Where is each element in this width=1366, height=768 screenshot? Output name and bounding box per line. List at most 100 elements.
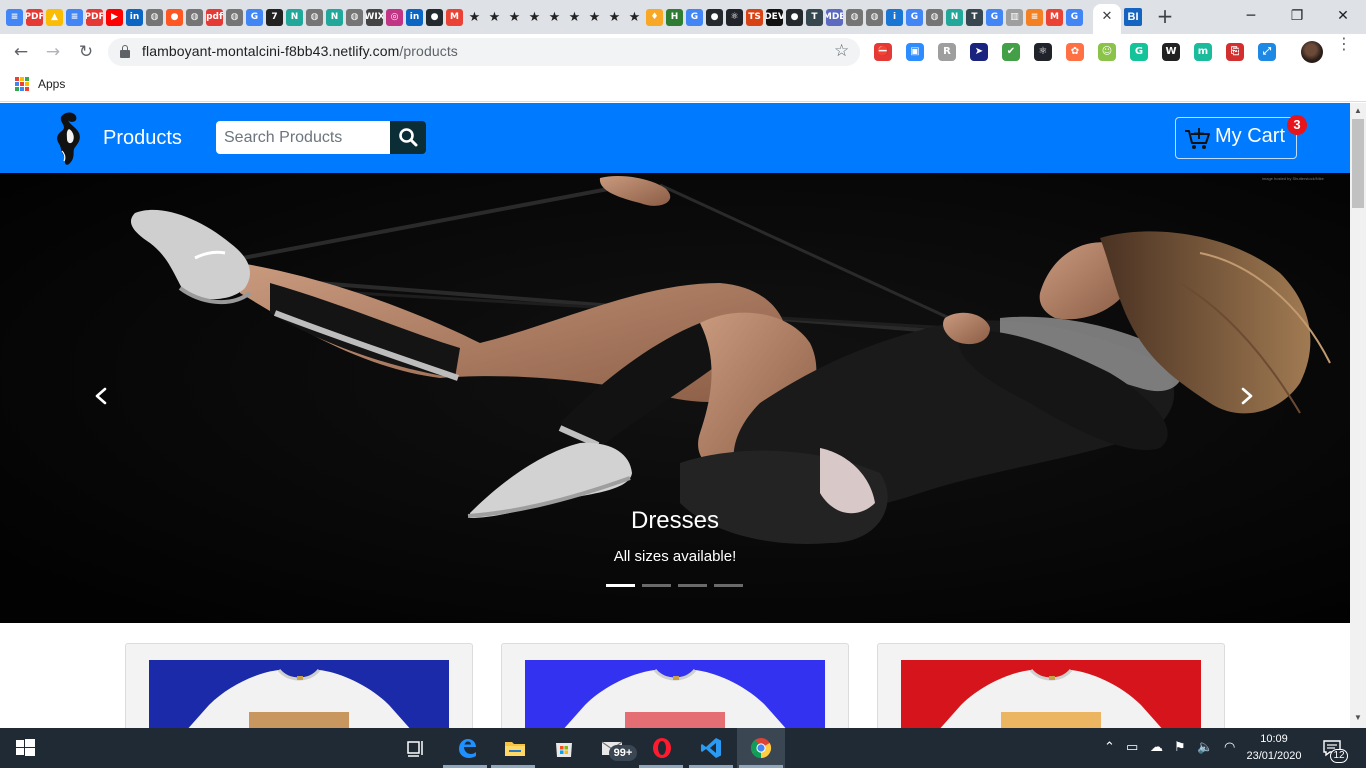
pinned-tab-TS-icon[interactable]: TS (746, 8, 763, 26)
security-icon[interactable]: ⚑ (1174, 740, 1186, 755)
extension-cursor-icon[interactable]: ➤ (970, 43, 988, 61)
pinned-tab-star-icon[interactable]: ★ (526, 9, 543, 26)
search-button[interactable] (390, 121, 426, 154)
product-image[interactable] (525, 660, 825, 728)
pinned-tab-pdf-icon[interactable]: pdf (206, 8, 223, 26)
url-text[interactable]: flamboyant-montalcini-f8bb43.netlify.com… (142, 43, 458, 59)
product-image[interactable] (149, 660, 449, 728)
opera-icon[interactable] (650, 736, 674, 760)
pinned-tab-N-icon[interactable]: N (286, 8, 303, 26)
restore-button[interactable]: ❐ (1274, 4, 1320, 28)
reload-button[interactable]: ↻ (74, 40, 98, 64)
extension-shield-icon[interactable]: ✔ (1002, 43, 1020, 61)
pinned-tab-github-icon[interactable]: ● (786, 8, 803, 26)
pinned-tab-web-icon[interactable]: ◍ (306, 8, 323, 26)
pinned-tab-github-icon[interactable]: ● (426, 8, 443, 26)
pinned-tab-drive-icon[interactable]: ▲ (46, 8, 63, 26)
pinned-tab-T-icon[interactable]: T (806, 8, 823, 26)
minimize-button[interactable]: ─ (1228, 4, 1274, 28)
lock-icon[interactable] (120, 45, 130, 58)
pinned-tab-web-icon[interactable]: ◍ (226, 8, 243, 26)
carousel-indicator[interactable] (678, 584, 707, 587)
pinned-tab-in-icon[interactable]: in (406, 8, 423, 26)
scroll-up-icon[interactable]: ▲ (1353, 106, 1363, 115)
pinned-tab-web-icon[interactable]: ◍ (846, 8, 863, 26)
extension-zoom-icon[interactable]: ▣ (906, 43, 924, 61)
pinned-tab-G-icon[interactable]: G (1066, 8, 1083, 26)
file-explorer-icon[interactable] (503, 736, 527, 760)
pinned-tab-orange-icon[interactable]: ● (166, 8, 183, 26)
apps-grid-icon[interactable] (15, 77, 29, 91)
pinned-tab-docs-icon[interactable]: ≡ (66, 8, 83, 26)
pinned-tab-star-icon[interactable]: ★ (586, 9, 603, 26)
product-card[interactable] (501, 643, 849, 728)
microsoft-store-icon[interactable] (552, 736, 576, 760)
pinned-tab-star-icon[interactable]: ★ (486, 9, 503, 26)
search-input[interactable] (216, 121, 390, 154)
carousel-indicator[interactable] (642, 584, 671, 587)
clock-time[interactable]: 10:09 (1244, 733, 1304, 745)
battery-icon[interactable]: ▭ (1126, 740, 1138, 755)
pinned-tab-N-icon[interactable]: N (326, 8, 343, 26)
brand-logo-icon[interactable] (52, 111, 86, 167)
browser-menu-icon[interactable]: ⋮ (1336, 36, 1352, 52)
extension-graph-icon[interactable]: ✿ (1066, 43, 1084, 61)
onedrive-icon[interactable]: ☁ (1150, 740, 1163, 755)
bi-tab-icon[interactable]: BI (1124, 8, 1142, 26)
pinned-tab-web-icon[interactable]: ◍ (186, 8, 203, 26)
scroll-down-icon[interactable]: ▼ (1353, 713, 1363, 722)
carousel-next-icon[interactable] (1232, 381, 1262, 411)
windows-start-icon[interactable] (13, 736, 37, 760)
pinned-tab-G-icon[interactable]: G (246, 8, 263, 26)
pinned-tab-youtube-icon[interactable]: ▶ (106, 8, 123, 26)
pinned-tab-PDF-icon[interactable]: PDF (26, 8, 43, 26)
pinned-tab-react-icon[interactable]: ⚛ (726, 8, 743, 26)
back-button[interactable]: ← (9, 40, 33, 64)
extension-react-icon[interactable]: ⚛ (1034, 43, 1052, 61)
pinned-tab-web-icon[interactable]: ◍ (926, 8, 943, 26)
carousel-indicator[interactable] (606, 584, 635, 587)
extension-acrobat-icon[interactable]: ⎘ (1226, 43, 1244, 61)
pinned-tab-G-icon[interactable]: G (986, 8, 1003, 26)
pinned-tab-star-icon[interactable]: ★ (506, 9, 523, 26)
extension-grammarly-icon[interactable]: G (1130, 43, 1148, 61)
pinned-tab-chart-icon[interactable]: ▥ (1006, 8, 1023, 26)
carousel-prev-icon[interactable] (86, 381, 116, 411)
pinned-tabs[interactable]: ≡ PDF ▲ ≡ PDF ▶ in ◍ ● ◍ pdf ◍ G 7 N ◍ N ◍ WIX ◎ in ● M ★ ★ ★ ★ ★ ★ ★… (6, 7, 1086, 27)
pinned-tab-G-icon[interactable]: G (906, 8, 923, 26)
product-card[interactable] (125, 643, 473, 728)
pinned-tab-G-icon[interactable]: G (686, 8, 703, 26)
tray-overflow-icon[interactable]: ⌃ (1104, 740, 1115, 755)
pinned-tab-star-icon[interactable]: ★ (466, 9, 483, 26)
pinned-tab-7-icon[interactable]: 7 (266, 8, 283, 26)
extension-adblock-icon[interactable]: ⛔ (874, 43, 892, 61)
apps-bookmark[interactable]: Apps (38, 77, 65, 91)
wifi-icon[interactable]: ◠ (1224, 740, 1235, 755)
profile-avatar[interactable] (1301, 41, 1323, 63)
close-tab-icon[interactable]: ✕ (1098, 8, 1116, 26)
task-view-icon[interactable] (404, 736, 428, 760)
pinned-tab-insta-icon[interactable]: ◎ (386, 8, 403, 26)
chrome-icon[interactable] (749, 736, 773, 760)
pinned-tab-M-icon[interactable]: M (1046, 8, 1063, 26)
new-tab-button[interactable]: + (1154, 5, 1176, 27)
pinned-tab-M-icon[interactable]: M (446, 8, 463, 26)
pinned-tab-github-icon[interactable]: ● (706, 8, 723, 26)
extension-wordpress-icon[interactable]: W (1162, 43, 1180, 61)
carousel-indicator[interactable] (714, 584, 743, 587)
pinned-tab-N-icon[interactable]: N (946, 8, 963, 26)
pinned-tab-stack-icon[interactable]: ≡ (1026, 8, 1043, 26)
vscode-icon[interactable] (699, 736, 723, 760)
pinned-tab-T-icon[interactable]: T (966, 8, 983, 26)
navbar-brand[interactable]: Products (103, 127, 182, 150)
extension-m-icon[interactable]: m (1194, 43, 1212, 61)
edge-browser-icon[interactable] (455, 736, 479, 760)
pinned-tab-leaf-icon[interactable]: ♦ (646, 8, 663, 26)
product-image[interactable] (901, 660, 1201, 728)
clock-date[interactable]: 23/01/2020 (1244, 750, 1304, 762)
pinned-tab-web-icon[interactable]: ◍ (866, 8, 883, 26)
extension-text-icon[interactable]: R (938, 43, 956, 61)
pinned-tab-docs-icon[interactable]: ≡ (6, 8, 23, 26)
product-card[interactable] (877, 643, 1225, 728)
pinned-tab-info-icon[interactable]: i (886, 8, 903, 26)
